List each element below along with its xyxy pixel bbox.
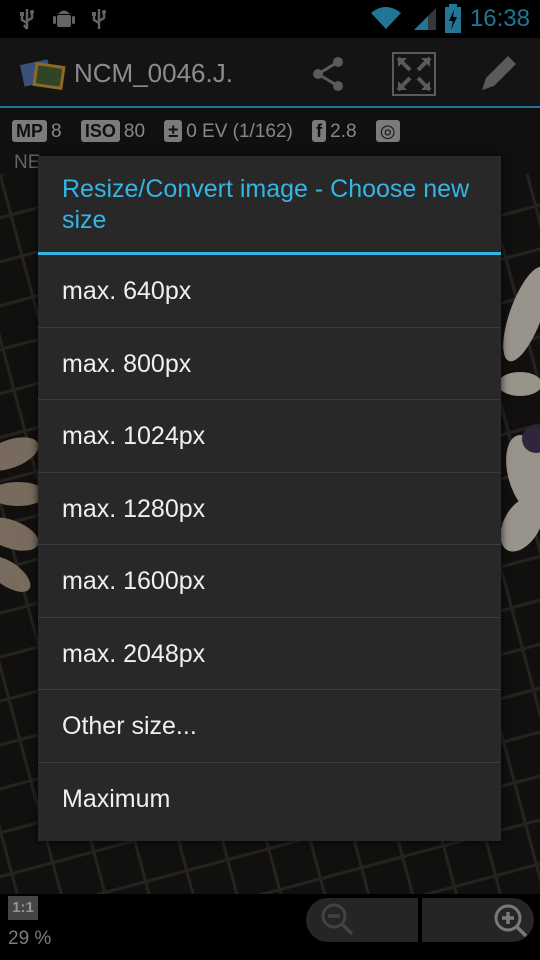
dialog-title: Resize/Convert image - Choose new size [62, 175, 470, 234]
size-option-label: Maximum [62, 784, 171, 813]
size-option-label: max. 800px [62, 349, 192, 378]
size-option-maximum[interactable]: Maximum [38, 763, 501, 836]
size-option-1024[interactable]: max. 1024px [38, 400, 501, 473]
size-option-640[interactable]: max. 640px [38, 255, 501, 328]
size-option-other[interactable]: Other size... [38, 690, 501, 763]
size-option-2048[interactable]: max. 2048px [38, 618, 501, 690]
size-option-label: max. 1024px [62, 422, 206, 450]
size-option-1600[interactable]: max. 1600px [38, 545, 501, 618]
size-option-label: max. 640px [62, 277, 192, 305]
size-option-label: max. 2048px [62, 639, 206, 668]
size-option-label: max. 1280px [62, 494, 206, 523]
size-option-800[interactable]: max. 800px [38, 328, 501, 400]
size-option-label: Other size... [62, 712, 197, 740]
size-option-1280[interactable]: max. 1280px [38, 473, 501, 545]
size-option-label: max. 1600px [62, 567, 206, 595]
size-option-list: max. 640px max. 800px max. 1024px max. 1… [38, 255, 501, 835]
resize-dialog: Resize/Convert image - Choose new size m… [38, 156, 501, 841]
